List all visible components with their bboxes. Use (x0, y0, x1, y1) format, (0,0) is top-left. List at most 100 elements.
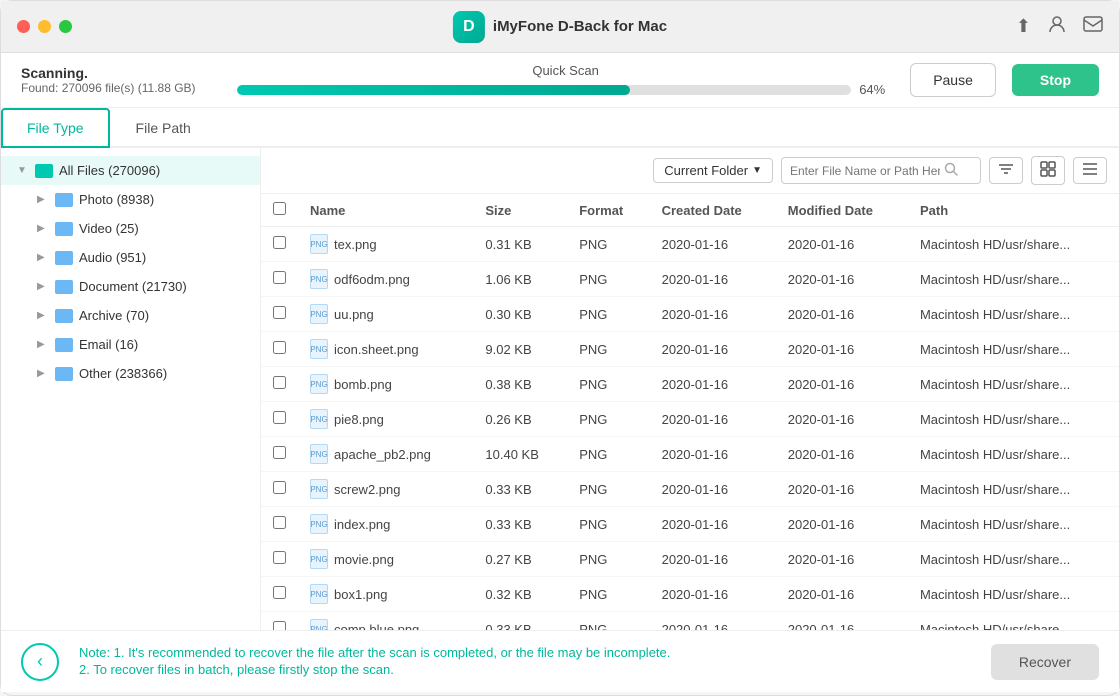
table-row: PNG index.png 0.33 KB PNG 2020-01-16 202… (261, 507, 1119, 542)
user-icon[interactable] (1047, 14, 1067, 39)
sidebar-item-video[interactable]: ▶ Video (25) (1, 214, 260, 243)
file-icon: PNG (310, 304, 328, 324)
current-folder-select[interactable]: Current Folder ▼ (653, 158, 773, 183)
file-modified: 2020-01-16 (776, 332, 908, 367)
search-input[interactable] (790, 164, 940, 178)
file-modified: 2020-01-16 (776, 542, 908, 577)
expand-arrow-video: ▶ (37, 223, 49, 234)
folder-icon-archive (55, 309, 73, 323)
file-size: 0.33 KB (473, 472, 567, 507)
current-folder-label: Current Folder (664, 163, 748, 178)
scan-info: Scanning. Found: 270096 file(s) (11.88 G… (21, 65, 221, 95)
row-checkbox-6[interactable] (273, 446, 286, 459)
sidebar-item-other[interactable]: ▶ Other (238366) (1, 359, 260, 388)
file-created: 2020-01-16 (650, 437, 776, 472)
note-line-1: Note: 1. It's recommended to recover the… (79, 645, 971, 660)
table-row: PNG odf6odm.png 1.06 KB PNG 2020-01-16 2… (261, 262, 1119, 297)
file-path: Macintosh HD/usr/share... (908, 542, 1119, 577)
file-format: PNG (567, 297, 649, 332)
minimize-button[interactable] (38, 20, 51, 33)
column-header-size: Size (473, 194, 567, 227)
expand-arrow-other: ▶ (37, 368, 49, 379)
file-name-cell: PNG pie8.png (310, 409, 461, 429)
sidebar-item-email[interactable]: ▶ Email (16) (1, 330, 260, 359)
file-name-cell: PNG tex.png (310, 234, 461, 254)
back-button[interactable]: ‹ (21, 643, 59, 681)
file-name: comp.blue.png (334, 622, 419, 631)
found-label: Found: 270096 file(s) (11.88 GB) (21, 81, 221, 95)
file-icon: PNG (310, 584, 328, 604)
file-size: 0.27 KB (473, 542, 567, 577)
row-checkbox-1[interactable] (273, 271, 286, 284)
window-controls (17, 20, 72, 33)
file-size: 10.40 KB (473, 437, 567, 472)
stop-button[interactable]: Stop (1012, 64, 1099, 96)
file-format: PNG (567, 332, 649, 367)
row-checkbox-11[interactable] (273, 621, 286, 630)
file-format: PNG (567, 402, 649, 437)
table-row: PNG screw2.png 0.33 KB PNG 2020-01-16 20… (261, 472, 1119, 507)
scan-mode-label: Quick Scan (237, 63, 894, 78)
row-checkbox-8[interactable] (273, 516, 286, 529)
file-created: 2020-01-16 (650, 367, 776, 402)
file-modified: 2020-01-16 (776, 402, 908, 437)
file-path: Macintosh HD/usr/share... (908, 297, 1119, 332)
file-size: 0.30 KB (473, 297, 567, 332)
file-format: PNG (567, 612, 649, 631)
tab-file-path[interactable]: File Path (110, 108, 217, 148)
select-all-checkbox[interactable] (273, 202, 286, 215)
close-button[interactable] (17, 20, 30, 33)
row-checkbox-0[interactable] (273, 236, 286, 249)
table-row: PNG box1.png 0.32 KB PNG 2020-01-16 2020… (261, 577, 1119, 612)
row-checkbox-9[interactable] (273, 551, 286, 564)
folder-icon-all (35, 164, 53, 178)
file-icon: PNG (310, 339, 328, 359)
file-format: PNG (567, 367, 649, 402)
search-icon[interactable] (944, 162, 958, 179)
file-modified: 2020-01-16 (776, 262, 908, 297)
sidebar-item-document[interactable]: ▶ Document (21730) (1, 272, 260, 301)
file-name: tex.png (334, 237, 377, 252)
tab-file-type[interactable]: File Type (1, 108, 110, 148)
sidebar-item-photo[interactable]: ▶ Photo (8938) (1, 185, 260, 214)
file-name-cell: PNG apache_pb2.png (310, 444, 461, 464)
column-header-path: Path (908, 194, 1119, 227)
archive-label: Archive (70) (79, 308, 248, 323)
app-title-area: D iMyFone D-Back for Mac (453, 11, 667, 43)
pause-button[interactable]: Pause (910, 63, 996, 97)
file-icon: PNG (310, 549, 328, 569)
row-checkbox-3[interactable] (273, 341, 286, 354)
file-name-cell: PNG movie.png (310, 549, 461, 569)
chevron-down-icon: ▼ (752, 165, 762, 176)
row-checkbox-4[interactable] (273, 376, 286, 389)
share-icon[interactable]: ⬆ (1016, 16, 1031, 37)
table-row: PNG icon.sheet.png 9.02 KB PNG 2020-01-1… (261, 332, 1119, 367)
row-checkbox-5[interactable] (273, 411, 286, 424)
table-row: PNG uu.png 0.30 KB PNG 2020-01-16 2020-0… (261, 297, 1119, 332)
file-size: 1.06 KB (473, 262, 567, 297)
column-header-format: Format (567, 194, 649, 227)
row-checkbox-2[interactable] (273, 306, 286, 319)
maximize-button[interactable] (59, 20, 72, 33)
email-label: Email (16) (79, 337, 248, 352)
file-name: index.png (334, 517, 390, 532)
progress-bar-bg (237, 85, 851, 95)
scan-progress-area: Quick Scan 64% (237, 63, 894, 97)
sidebar-item-all-files[interactable]: ▼ All Files (270096) (1, 156, 260, 185)
mail-icon[interactable] (1083, 16, 1103, 37)
recover-button[interactable]: Recover (991, 644, 1099, 680)
row-checkbox-10[interactable] (273, 586, 286, 599)
file-size: 9.02 KB (473, 332, 567, 367)
row-checkbox-7[interactable] (273, 481, 286, 494)
list-view-button[interactable] (1073, 157, 1107, 184)
sidebar-item-audio[interactable]: ▶ Audio (951) (1, 243, 260, 272)
file-size: 0.38 KB (473, 367, 567, 402)
file-modified: 2020-01-16 (776, 367, 908, 402)
sidebar-item-archive[interactable]: ▶ Archive (70) (1, 301, 260, 330)
file-name-cell: PNG bomb.png (310, 374, 461, 394)
grid-view-button[interactable] (1031, 156, 1065, 185)
file-size: 0.31 KB (473, 227, 567, 262)
file-name-cell: PNG icon.sheet.png (310, 339, 461, 359)
filter-button[interactable] (989, 157, 1023, 184)
column-header-created: Created Date (650, 194, 776, 227)
